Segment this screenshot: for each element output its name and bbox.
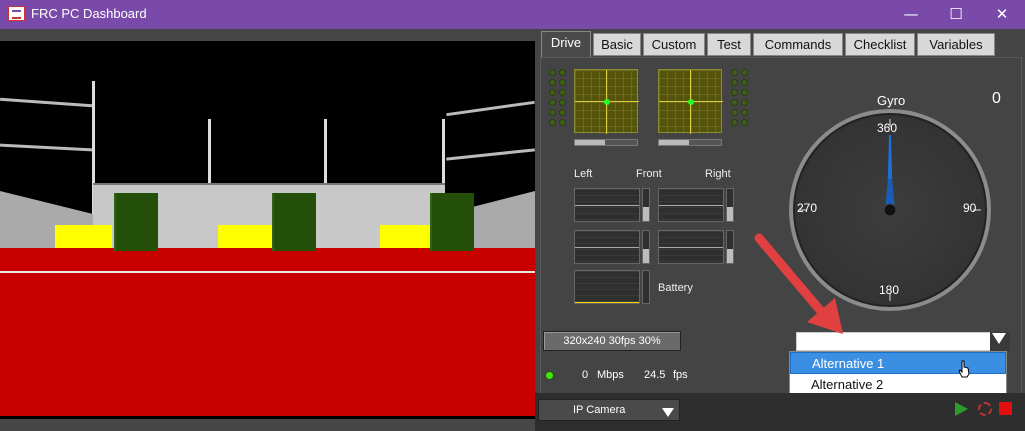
play-icon[interactable] xyxy=(955,402,968,416)
dropdown-option-alternative-1[interactable]: Alternative 1 xyxy=(790,352,1006,374)
green-cylinder xyxy=(114,193,158,251)
label-left: Left xyxy=(574,168,593,180)
yellow-block xyxy=(55,225,112,248)
connection-led-icon xyxy=(545,371,554,380)
chooser-dropdown-list: Alternative 1 Alternative 2 xyxy=(789,351,1007,397)
joystick-right xyxy=(658,69,723,134)
joystick-right-dot xyxy=(688,99,694,105)
led-indicators-right xyxy=(731,69,748,126)
window-title: FRC PC Dashboard xyxy=(31,6,147,21)
motor-meter-rr xyxy=(658,230,724,264)
gyro-tick-e: 90 xyxy=(963,201,977,215)
green-cylinder xyxy=(430,193,474,251)
fps-unit: fps xyxy=(673,369,688,381)
gyro-tick-s: 180 xyxy=(879,283,900,297)
yellow-block xyxy=(218,225,272,248)
rail-right-mid xyxy=(446,148,535,161)
led-indicators-left xyxy=(549,69,566,126)
camera-source-select[interactable]: IP Camera xyxy=(538,399,680,421)
joystick-left xyxy=(574,69,639,134)
tab-test[interactable]: Test xyxy=(707,33,751,56)
motor-bar-fr xyxy=(726,188,734,222)
label-battery: Battery xyxy=(658,282,693,294)
rail-left-mid xyxy=(0,143,93,152)
label-right: Right xyxy=(705,168,731,180)
mbps-unit: Mbps xyxy=(597,369,624,381)
bottom-bar: IP Camera xyxy=(535,393,1025,431)
gyro-title: Gyro xyxy=(877,93,906,108)
minimize-button[interactable]: — xyxy=(888,0,934,29)
tab-drive[interactable]: Drive xyxy=(541,31,591,57)
motor-meter-fl xyxy=(574,188,640,222)
fps-value: 24.5 xyxy=(644,369,666,381)
gyro-value: 0 xyxy=(992,90,1001,107)
chevron-down-icon xyxy=(992,333,1006,344)
mbps-value: 0 xyxy=(582,369,589,381)
motor-bar-rl xyxy=(642,230,650,264)
battery-meter xyxy=(574,270,640,304)
gyro-tick-n: 360 xyxy=(877,121,898,135)
app-icon xyxy=(8,6,25,21)
motor-meter-fr xyxy=(658,188,724,222)
red-arrow-icon xyxy=(754,233,843,334)
tab-commands[interactable]: Commands xyxy=(753,33,843,56)
field-line xyxy=(0,271,535,273)
green-cylinder xyxy=(272,193,316,251)
gyro-tick-w: 270 xyxy=(797,201,818,215)
tab-basic[interactable]: Basic xyxy=(593,33,641,56)
yellow-block xyxy=(380,225,434,248)
title-bar: FRC PC Dashboard — ☐ ✕ xyxy=(0,0,1025,29)
label-front: Front xyxy=(636,168,662,180)
tab-checklist[interactable]: Checklist xyxy=(845,33,915,56)
rail-right-top xyxy=(446,100,535,117)
joystick-left-dot xyxy=(604,99,610,105)
joystick-right-slider xyxy=(658,139,722,146)
motor-bar-fl xyxy=(642,188,650,222)
tab-variables[interactable]: Variables xyxy=(917,33,995,56)
stop-icon[interactable] xyxy=(999,402,1012,415)
resolution-button[interactable]: 320x240 30fps 30% xyxy=(543,331,681,351)
battery-bar xyxy=(642,270,650,304)
maximize-button[interactable]: ☐ xyxy=(933,0,979,29)
camera-footer xyxy=(0,419,535,431)
pointer-cursor-icon xyxy=(958,360,970,378)
record-icon[interactable] xyxy=(978,402,992,416)
rail-left-top xyxy=(0,97,92,108)
camera-view xyxy=(0,29,535,419)
joystick-left-slider xyxy=(574,139,638,146)
motor-meter-rl xyxy=(574,230,640,264)
tab-custom[interactable]: Custom xyxy=(643,33,705,56)
field-floor xyxy=(0,248,535,416)
close-button[interactable]: ✕ xyxy=(979,0,1025,29)
motor-bar-rr xyxy=(726,230,734,264)
